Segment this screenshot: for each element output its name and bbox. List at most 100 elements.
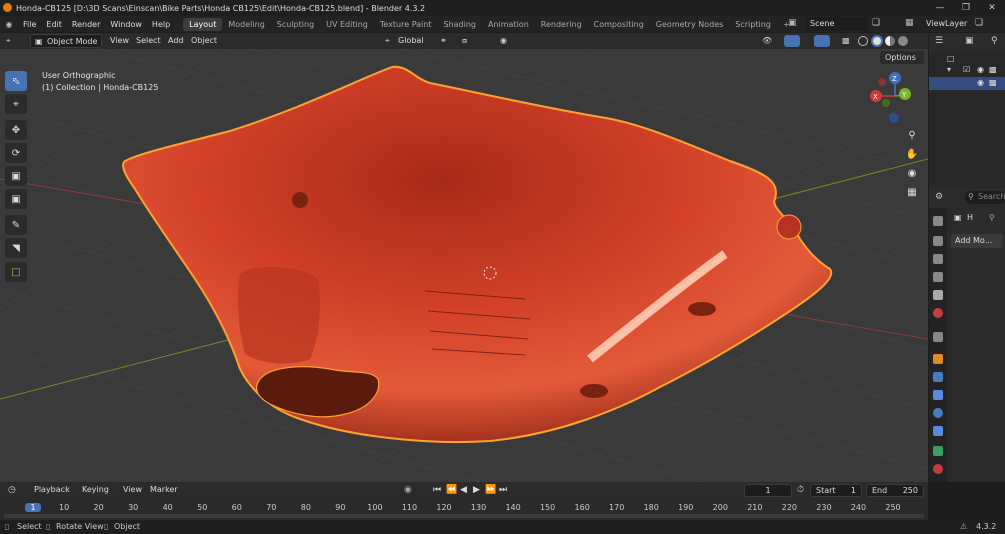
cursor-tool-icon[interactable]: ⌖ (5, 94, 27, 114)
rotate-tool-icon[interactable]: ⟳ (5, 143, 27, 163)
current-frame-marker[interactable]: 1 (25, 503, 41, 512)
menu-help[interactable]: Help (147, 20, 175, 29)
end-frame-field[interactable]: End 250 (866, 484, 924, 497)
properties-search[interactable]: ⚲ Search (965, 191, 1005, 204)
3d-viewport[interactable]: Z Y X ⬁ ⌖ ✥ ⟳ ▣ ▣ ✎ ◥ □ User Orthographi… (0, 49, 928, 482)
outliner-search-icon[interactable]: ⚲ (991, 36, 998, 46)
particles-tab-icon[interactable] (933, 390, 943, 400)
xray-icon[interactable]: ▩ (842, 36, 850, 45)
tab-sculpting[interactable]: Sculpting (271, 20, 320, 29)
maximize-button[interactable]: ❐ (953, 0, 979, 16)
modifier-tab-icon[interactable] (933, 372, 943, 382)
blender-menu-icon[interactable]: ◉ (0, 20, 18, 29)
scene-tab-icon[interactable] (933, 290, 943, 300)
collection-row[interactable]: ▾ ☑ ◉ ▩ (929, 64, 1005, 77)
display-mode-icon[interactable]: ▣ (965, 36, 974, 46)
expand-arrow-icon[interactable]: ▾ (947, 65, 951, 74)
play-icon[interactable]: ▶ (473, 485, 480, 495)
tab-shading[interactable]: Shading (437, 20, 482, 29)
tab-geometry-nodes[interactable]: Geometry Nodes (650, 20, 729, 29)
eye-icon[interactable]: ◉ (977, 78, 984, 87)
options-dropdown[interactable]: Options (880, 51, 924, 64)
pivot-icon[interactable]: ⚭ (440, 36, 447, 45)
new-scene-icon[interactable]: ❏ (872, 18, 884, 30)
jump-end-icon[interactable]: ⏭ (499, 485, 507, 495)
jump-start-icon[interactable]: ⏮ (433, 485, 441, 495)
menu-edit[interactable]: Edit (41, 20, 67, 29)
eye-icon[interactable]: ◉ (977, 65, 984, 74)
proportional-edit-icon[interactable]: ◉ (500, 36, 507, 45)
scene-selector[interactable]: Scene (806, 17, 868, 31)
camera-view-icon[interactable]: ◉ (903, 164, 921, 182)
zoom-icon[interactable]: ⚲ (903, 126, 921, 144)
minimize-button[interactable]: — (927, 0, 953, 16)
close-button[interactable]: ✕ (979, 0, 1005, 16)
timeline-editor-icon[interactable]: ◷ (8, 485, 16, 495)
navigation-gizmo[interactable]: Z Y X (870, 72, 911, 123)
properties-editor-icon[interactable]: ⚙ (935, 192, 943, 202)
render-tab-icon[interactable] (933, 236, 943, 246)
prev-keyframe-icon[interactable]: ⏪ (446, 485, 457, 495)
menu-object[interactable]: Object (191, 36, 217, 45)
menu-keying[interactable]: Keying (82, 485, 109, 494)
mode-dropdown[interactable]: ▣ Object Mode (30, 34, 102, 48)
menu-select[interactable]: Select (136, 36, 161, 45)
next-keyframe-icon[interactable]: ⏩ (485, 485, 496, 495)
measure-tool-icon[interactable]: ◥ (5, 238, 27, 258)
menu-file[interactable]: File (18, 20, 41, 29)
tab-uv-editing[interactable]: UV Editing (320, 20, 374, 29)
menu-timeline-view[interactable]: View (123, 485, 142, 494)
rendered-shading-icon[interactable] (898, 36, 908, 46)
snap-icon[interactable]: ⧈ (462, 36, 467, 46)
camera-render-icon[interactable]: ▩ (989, 78, 997, 87)
gizmo-toggle-icon[interactable] (784, 35, 800, 47)
menu-window[interactable]: Window (105, 20, 147, 29)
physics-tab-icon[interactable] (933, 408, 943, 418)
scene-icon[interactable]: ▣ (788, 18, 804, 30)
add-cube-tool-icon[interactable]: □ (5, 262, 27, 282)
visibility-icon[interactable]: 👁 (762, 36, 772, 45)
object-name-field[interactable]: H (967, 213, 973, 222)
view-layer-selector[interactable]: ViewLayer (922, 17, 972, 31)
auto-keying-icon[interactable]: ◉ (404, 485, 412, 495)
tab-compositing[interactable]: Compositing (588, 20, 650, 29)
camera-render-icon[interactable]: ▩ (989, 65, 997, 74)
material-tab-icon[interactable] (933, 464, 943, 474)
preview-range-icon[interactable]: ⏱ (797, 485, 804, 495)
tab-texture-paint[interactable]: Texture Paint (374, 20, 438, 29)
outliner-editor-icon[interactable]: ☰ (935, 36, 943, 46)
current-frame-field[interactable]: 1 (744, 484, 792, 497)
menu-playback[interactable]: Playback (34, 485, 70, 494)
tab-modeling[interactable]: Modeling (222, 20, 270, 29)
transform-tool-icon[interactable]: ▣ (5, 189, 27, 209)
exclude-checkbox-icon[interactable]: ☑ (963, 65, 970, 74)
overlay-toggle-icon[interactable] (814, 35, 830, 47)
new-view-layer-icon[interactable]: ❏ (975, 18, 987, 30)
pan-hand-icon[interactable]: ✋ (903, 145, 921, 163)
select-box-tool-icon[interactable]: ⬁ (5, 71, 27, 91)
tab-scripting[interactable]: Scripting (729, 20, 777, 29)
output-tab-icon[interactable] (933, 254, 943, 264)
solid-shading-icon[interactable] (871, 35, 883, 47)
object-row-selected[interactable]: ◉ ▩ (929, 77, 1005, 90)
scale-tool-icon[interactable]: ▣ (5, 166, 27, 186)
editor-type-icon[interactable]: ⌖ (6, 36, 11, 46)
pin-icon[interactable]: ⚲ (989, 213, 995, 222)
tool-tab-icon[interactable] (933, 216, 943, 226)
world-tab-icon[interactable] (933, 308, 943, 318)
menu-render[interactable]: Render (67, 20, 105, 29)
collection-tab-icon[interactable] (933, 332, 943, 342)
perspective-toggle-icon[interactable]: ▦ (903, 183, 921, 201)
view-layer-tab-icon[interactable] (933, 272, 943, 282)
material-shading-icon[interactable] (885, 36, 895, 46)
menu-view[interactable]: View (110, 36, 129, 45)
menu-marker[interactable]: Marker (150, 485, 178, 494)
menu-add[interactable]: Add (168, 36, 184, 45)
tab-animation[interactable]: Animation (482, 20, 535, 29)
tab-rendering[interactable]: Rendering (535, 20, 588, 29)
annotate-tool-icon[interactable]: ✎ (5, 215, 27, 235)
move-tool-icon[interactable]: ✥ (5, 120, 27, 140)
wireframe-shading-icon[interactable] (858, 36, 868, 46)
play-reverse-icon[interactable]: ◀ (460, 485, 467, 495)
start-frame-field[interactable]: Start 1 (810, 484, 862, 497)
